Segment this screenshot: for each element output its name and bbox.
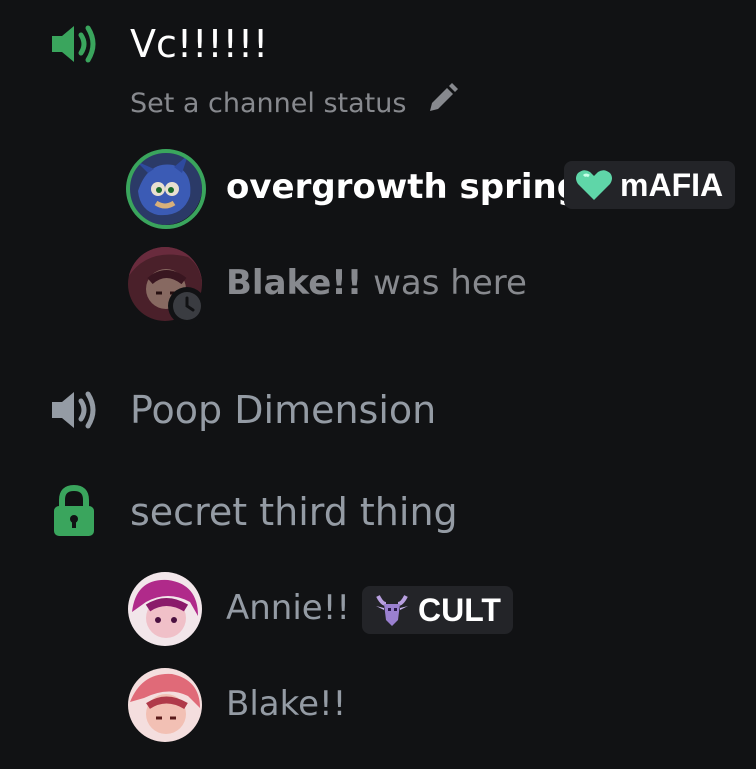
tag-label: CULT (418, 592, 501, 628)
username-line: Blake!! was here (226, 259, 527, 307)
voice-user-blake[interactable]: Blake!! (128, 668, 748, 744)
username: Annie!! (226, 588, 350, 628)
goat-icon (376, 595, 408, 626)
pencil-icon[interactable] (425, 82, 459, 116)
speaker-icon (52, 25, 96, 63)
avatar (128, 668, 202, 742)
clock-icon (173, 292, 201, 320)
lock-icon (54, 484, 94, 536)
server-tag[interactable]: mAFIA (564, 161, 736, 209)
was-here-text: was here (373, 263, 527, 303)
idle-badge (168, 287, 206, 325)
channel-name: Vc!!!!!! (130, 22, 269, 66)
set-channel-status[interactable]: Set a channel status (130, 82, 459, 122)
channel-vc[interactable]: Vc!!!!!! (0, 14, 756, 74)
voice-user-blake-idle[interactable]: Blake!! was here (128, 247, 748, 325)
tag-label: mAFIA (620, 167, 724, 203)
channel-name: Poop Dimension (130, 388, 437, 432)
avatar (128, 572, 202, 646)
channel-name: secret third thing (130, 490, 458, 534)
voice-channel-list: Vc!!!!!! Set a channel status overgrowth (0, 0, 756, 769)
status-placeholder: Set a channel status (130, 88, 407, 119)
username: Blake!! (226, 263, 363, 303)
speaker-icon (52, 391, 96, 429)
username: overgrowth spring (226, 167, 582, 207)
username: Blake!! (226, 684, 347, 724)
voice-user-annie[interactable]: Annie!! CULT (128, 572, 748, 648)
heart-icon (576, 170, 612, 200)
channel-poop-dimension[interactable]: Poop Dimension (0, 380, 756, 440)
speaking-ring (126, 149, 206, 229)
server-tag[interactable]: CULT (362, 586, 513, 634)
channel-secret-third-thing[interactable]: secret third thing (0, 482, 756, 542)
voice-user-overgrowth[interactable]: overgrowth spring mAFIA (126, 149, 748, 229)
